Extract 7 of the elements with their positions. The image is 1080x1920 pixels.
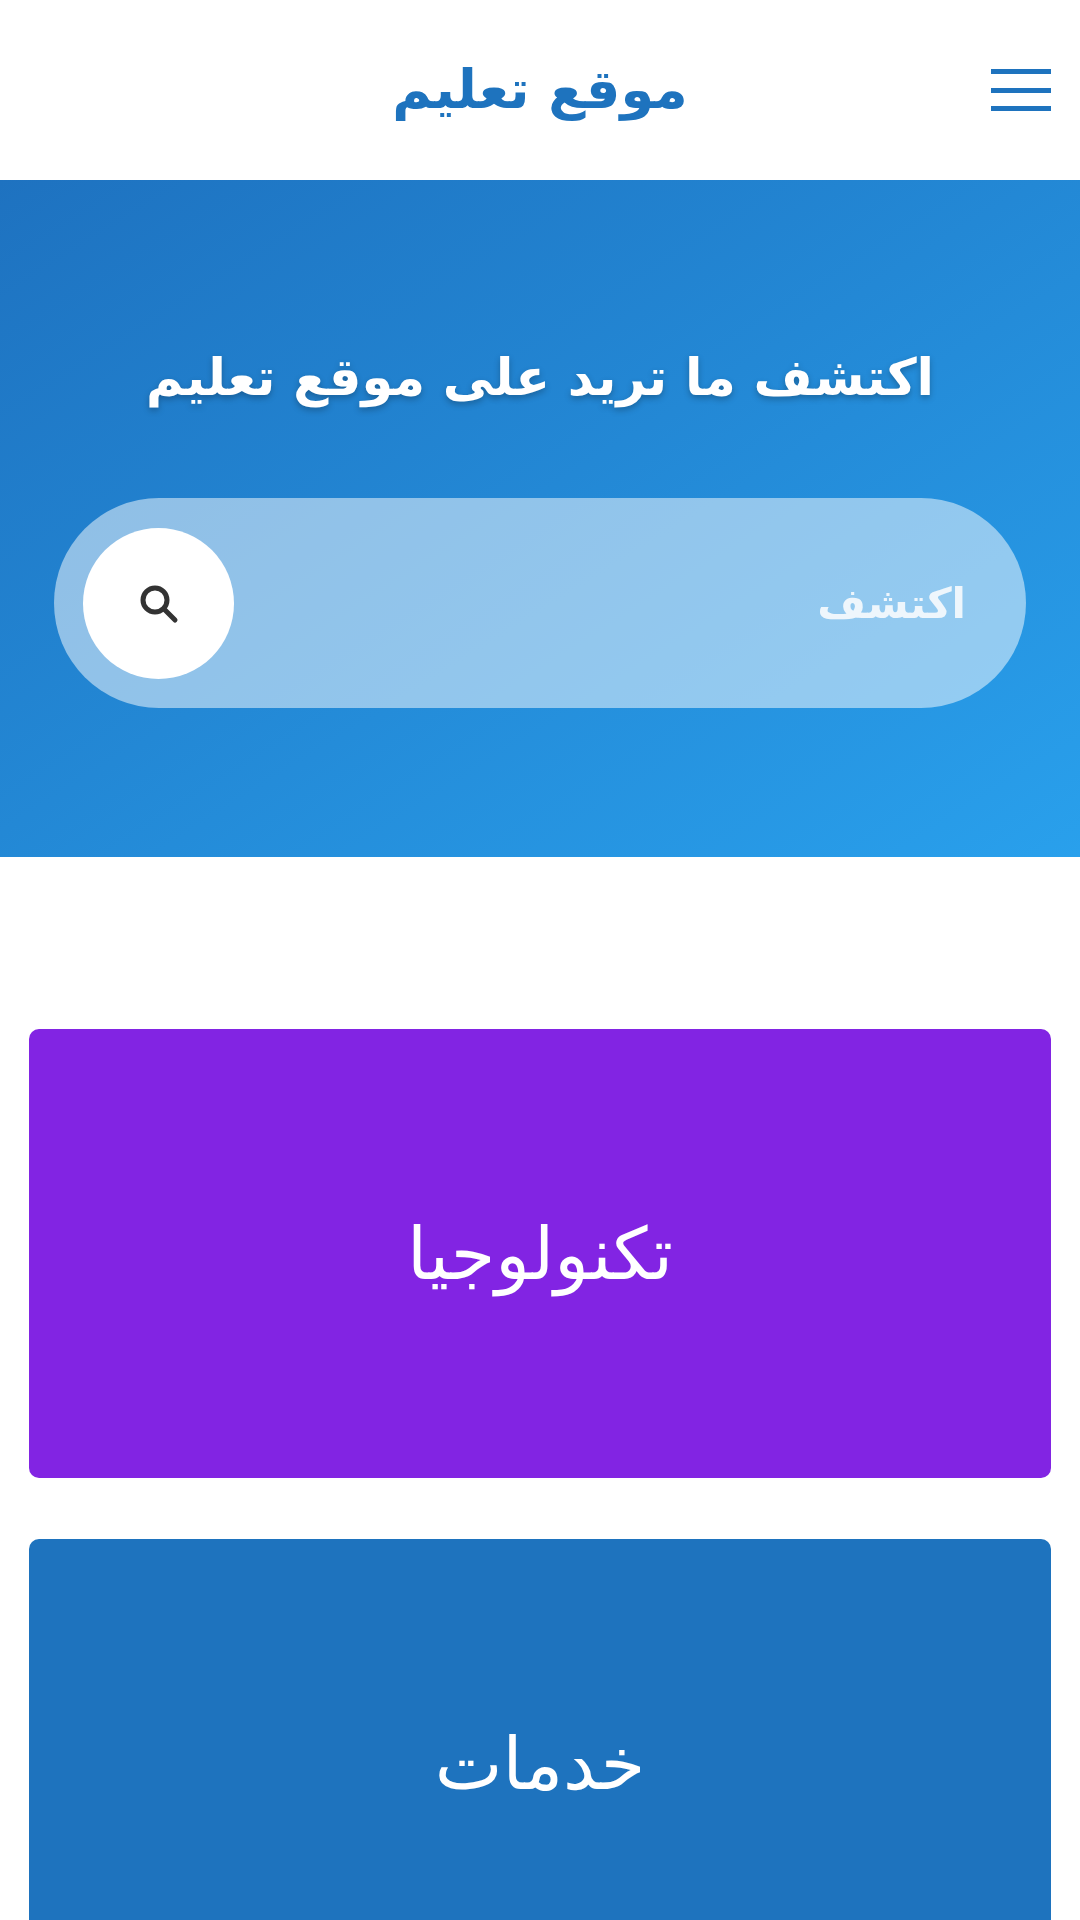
search-field[interactable]: اكتشف: [54, 498, 1026, 708]
hero-heading: اكتشف ما تريد على موقع تعليم: [145, 347, 935, 410]
category-card[interactable]: خدمات: [29, 1539, 1051, 1920]
category-card[interactable]: تكنولوجيا: [29, 1029, 1051, 1478]
menu-icon[interactable]: [991, 69, 1051, 111]
site-title[interactable]: موقع تعليم: [392, 55, 688, 125]
search-icon: [138, 583, 179, 624]
